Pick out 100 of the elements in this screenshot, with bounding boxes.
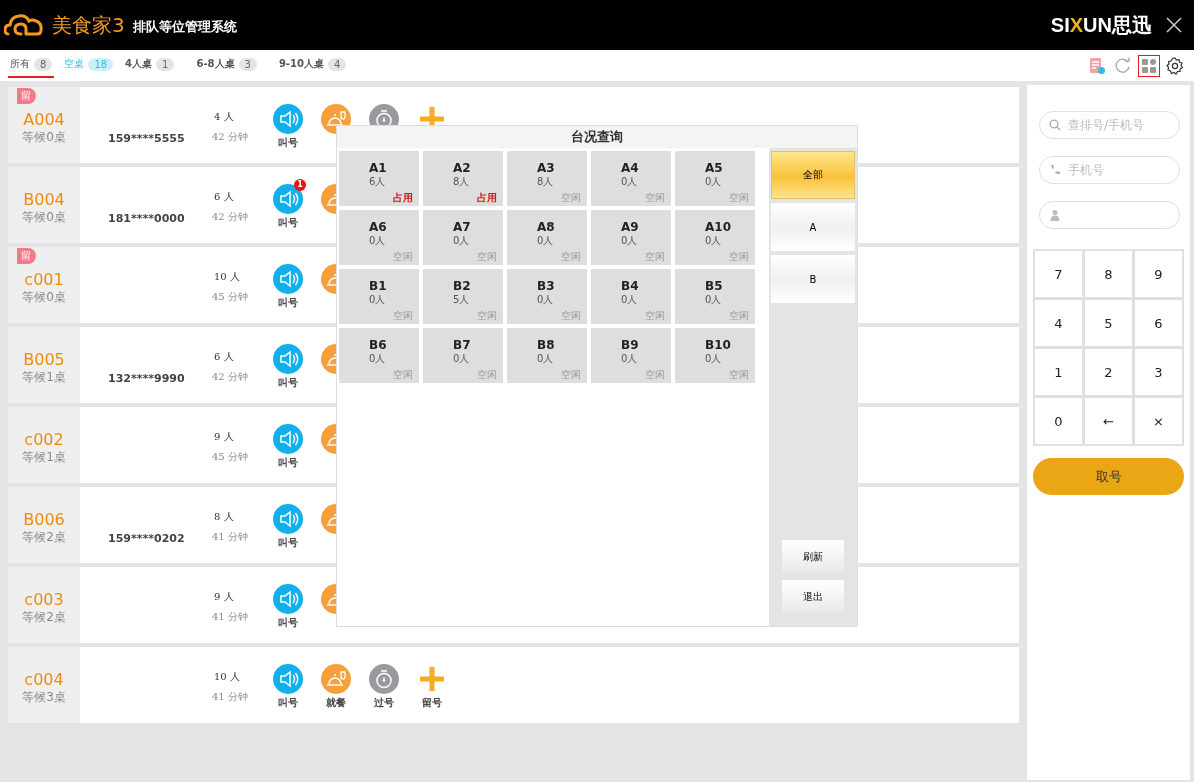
table-name: A7 bbox=[453, 220, 472, 234]
table-status: 空闲 bbox=[393, 250, 413, 264]
table-status: 占用 bbox=[477, 191, 497, 205]
table-name: B3 bbox=[537, 279, 556, 293]
table-status: 空闲 bbox=[729, 368, 749, 382]
table-name: A4 bbox=[621, 161, 640, 175]
wait-time: 41 分钟 bbox=[212, 610, 248, 624]
table-status: 空闲 bbox=[477, 309, 497, 323]
guest-count: 0人 bbox=[705, 175, 723, 189]
action-label: 就餐 bbox=[326, 696, 346, 710]
queue-number: c003 bbox=[24, 590, 64, 609]
table-name: B10 bbox=[705, 338, 732, 352]
waiting-count: 等候2桌 bbox=[22, 529, 66, 546]
action-label: 叫号 bbox=[278, 696, 298, 710]
guest-count: 0人 bbox=[453, 234, 471, 248]
waiting-count: 等候3桌 bbox=[22, 689, 66, 706]
table-status: 空闲 bbox=[561, 309, 581, 323]
wait-time: 42 分钟 bbox=[212, 210, 248, 224]
brand-logo: SIXUN思迅 bbox=[1050, 12, 1152, 38]
queue-number: B004 bbox=[23, 190, 65, 209]
table-status: 空闲 bbox=[645, 191, 665, 205]
action-label: 叫号 bbox=[278, 216, 298, 230]
queue-number: c004 bbox=[24, 670, 64, 689]
table-name: A1 bbox=[369, 161, 388, 175]
guest-count: 0人 bbox=[621, 352, 639, 366]
guest-count: 0人 bbox=[621, 234, 639, 248]
queue-number: c001 bbox=[24, 270, 64, 289]
queue-number: c002 bbox=[24, 430, 64, 449]
party-size: 9 人 bbox=[213, 590, 234, 604]
table-name: A2 bbox=[453, 161, 472, 175]
guest-count: 5人 bbox=[453, 293, 471, 307]
guest-count: 0人 bbox=[369, 234, 387, 248]
table-name: B6 bbox=[369, 338, 388, 352]
queue-number: B005 bbox=[23, 350, 65, 369]
table-name: B9 bbox=[621, 338, 640, 352]
table-status: 空闲 bbox=[729, 250, 749, 264]
action-label: 留号 bbox=[422, 696, 442, 710]
table-status: 空闲 bbox=[645, 309, 665, 323]
table-status: 空闲 bbox=[477, 368, 497, 382]
action-label: 叫号 bbox=[278, 536, 298, 550]
table-name: B4 bbox=[621, 279, 640, 293]
queue-number: B006 bbox=[23, 510, 65, 529]
party-size: 10 人 bbox=[213, 270, 240, 284]
table-status: 空闲 bbox=[393, 368, 413, 382]
waiting-count: 等候0桌 bbox=[22, 129, 66, 146]
waiting-count: 等候2桌 bbox=[22, 609, 66, 626]
waiting-count: 等候0桌 bbox=[22, 289, 66, 306]
wait-time: 42 分钟 bbox=[212, 130, 248, 144]
wait-time: 42 分钟 bbox=[212, 370, 248, 384]
product-name: 美食家3 bbox=[52, 11, 125, 39]
guest-count: 0人 bbox=[705, 352, 723, 366]
table-status: 空闲 bbox=[477, 250, 497, 264]
phone-number: 159****0202 bbox=[108, 532, 185, 545]
party-size: 6 人 bbox=[213, 350, 234, 364]
table-name: A9 bbox=[621, 220, 640, 234]
party-size: 8 人 bbox=[213, 510, 234, 524]
guest-count: 0人 bbox=[621, 293, 639, 307]
waiting-count: 等候1桌 bbox=[22, 449, 66, 466]
party-size: 4 人 bbox=[213, 110, 234, 124]
guest-count: 6人 bbox=[369, 175, 387, 189]
guest-count: 0人 bbox=[537, 293, 555, 307]
phone-number: 181****0000 bbox=[108, 212, 185, 225]
action-label: 过号 bbox=[374, 696, 394, 710]
guest-count: 8人 bbox=[537, 175, 555, 189]
table-status: 空闲 bbox=[645, 368, 665, 382]
wait-time: 45 分钟 bbox=[212, 450, 248, 464]
guest-count: 8人 bbox=[453, 175, 471, 189]
table-name: A10 bbox=[705, 220, 732, 234]
action-label: 叫号 bbox=[278, 376, 298, 390]
table-status: 空闲 bbox=[645, 250, 665, 264]
party-size: 10 人 bbox=[213, 670, 240, 684]
action-label: 叫号 bbox=[278, 296, 298, 310]
waiting-count: 等候1桌 bbox=[22, 369, 66, 386]
party-size: 9 人 bbox=[213, 430, 234, 444]
table-name: A3 bbox=[537, 161, 556, 175]
table-name: A8 bbox=[537, 220, 556, 234]
table-name: A6 bbox=[369, 220, 388, 234]
dialog-title: 台况查询 bbox=[337, 126, 857, 148]
guest-count: 0人 bbox=[537, 352, 555, 366]
guest-count: 0人 bbox=[537, 234, 555, 248]
table-name: B7 bbox=[453, 338, 472, 352]
waiting-count: 等候0桌 bbox=[22, 209, 66, 226]
table-status: 空闲 bbox=[729, 191, 749, 205]
table-status: 空闲 bbox=[561, 368, 581, 382]
guest-count: 0人 bbox=[705, 234, 723, 248]
app-title: 排队等位管理系统 bbox=[132, 18, 237, 36]
party-size: 6 人 bbox=[213, 190, 234, 204]
guest-count: 0人 bbox=[453, 352, 471, 366]
wait-time: 41 分钟 bbox=[212, 690, 248, 704]
wait-time: 45 分钟 bbox=[212, 290, 248, 304]
table-name: B2 bbox=[453, 279, 472, 293]
guest-count: 0人 bbox=[705, 293, 723, 307]
wait-time: 41 分钟 bbox=[212, 530, 248, 544]
action-label: 叫号 bbox=[278, 616, 298, 630]
table-status: 空闲 bbox=[561, 250, 581, 264]
notification-badge: 1 bbox=[294, 179, 306, 191]
table-status: 空闲 bbox=[393, 309, 413, 323]
queue-number: A004 bbox=[23, 110, 65, 129]
guest-count: 0人 bbox=[369, 352, 387, 366]
table-name: B8 bbox=[537, 338, 556, 352]
